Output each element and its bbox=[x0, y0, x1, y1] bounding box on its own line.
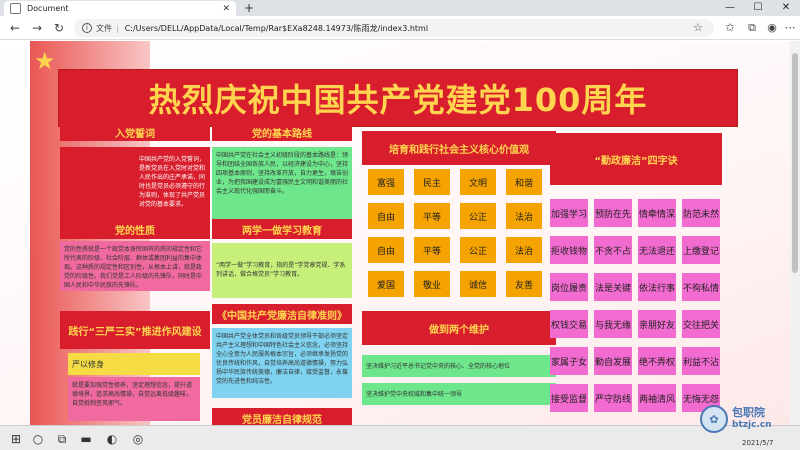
diligent-cell: 依法行事 bbox=[638, 273, 676, 301]
diligent-cell: 防范未然 bbox=[682, 199, 720, 227]
star-decoration-icon: ★ bbox=[34, 47, 56, 75]
tab-bar: Document ✕ + — ☐ ✕ bbox=[0, 0, 800, 16]
minimize-icon[interactable]: — bbox=[716, 0, 744, 16]
diligent-cell: 利益不沾 bbox=[682, 347, 720, 375]
values-cell: 自由 bbox=[368, 237, 404, 263]
diligent-cell: 绝不弄权 bbox=[638, 347, 676, 375]
collections-icon[interactable]: ⧉ bbox=[744, 20, 760, 36]
diligent-cell: 预防在先 bbox=[594, 199, 632, 227]
favorites-icon[interactable]: ✩ bbox=[722, 20, 738, 36]
back-arrow-icon[interactable]: ← bbox=[6, 20, 24, 36]
two-item-1: 坚决维护习近平总书记党中央的核心、全党的核心地位 bbox=[362, 355, 556, 377]
forward-arrow-icon[interactable]: → bbox=[28, 20, 46, 36]
watermark-logo-icon: ✿ bbox=[700, 405, 728, 433]
address-toolbar: ← → ↻ i 文件 | C:/Users/DELL/AppData/Local… bbox=[0, 16, 800, 40]
url-separator: | bbox=[116, 23, 119, 33]
values-cell: 富强 bbox=[368, 169, 404, 195]
diligent-cell: 不徇私情 bbox=[682, 273, 720, 301]
taskbar-date: 2021/5/7 bbox=[742, 439, 774, 447]
values-cell: 诚信 bbox=[460, 271, 496, 297]
diligent-cell: 加强学习 bbox=[550, 199, 588, 227]
search-icon[interactable]: ○ bbox=[30, 431, 46, 447]
line-text: 中国共产党在社会主义初级阶段的基本路线是：领导和团结全国各族人民，以经济建设为中… bbox=[212, 147, 352, 219]
diligent-cell: 严守防线 bbox=[594, 384, 632, 412]
vertical-scrollbar[interactable] bbox=[790, 41, 800, 425]
sanyan-item: 严以修身 bbox=[68, 353, 200, 375]
diligent-header: “勤政廉洁”四字诀 bbox=[550, 133, 722, 185]
address-bar[interactable]: i 文件 | C:/Users/DELL/AppData/Local/Temp/… bbox=[74, 19, 714, 37]
sanyan-text: 就是要加强党性修养，坚定理想信念，提升道德境界，追求高尚情操，自觉远离低级趣味，… bbox=[68, 377, 200, 421]
values-cell: 平等 bbox=[414, 237, 450, 263]
diligent-cell: 岗位履责 bbox=[550, 273, 588, 301]
code-header: 《中国共产党廉洁自律准则》 bbox=[212, 304, 352, 324]
windows-start-icon[interactable]: ⊞ bbox=[8, 431, 24, 447]
study-text: “两学一做”学习教育，指的是“学党章党规、学系列讲话，做合格党员”学习教育。 bbox=[212, 243, 352, 298]
nature-header: 党的性质 bbox=[60, 219, 210, 239]
values-cell: 自由 bbox=[368, 203, 404, 229]
profile-icon[interactable]: ◉ bbox=[764, 20, 780, 36]
scrollbar-thumb[interactable] bbox=[792, 53, 798, 273]
watermark-line2: btzjc.cn bbox=[732, 420, 772, 430]
diligent-cell: 接受监督 bbox=[550, 384, 588, 412]
tab-document[interactable]: Document ✕ bbox=[4, 1, 236, 16]
page-banner: 热烈庆祝中国共产党建党100周年 bbox=[58, 69, 738, 127]
sanyan-header: 践行“三严三实”推进作风建设 bbox=[60, 311, 210, 349]
diligent-cell: 不贪不占 bbox=[594, 236, 632, 264]
values-cell: 爱国 bbox=[368, 271, 404, 297]
diligent-cell: 家属子女 bbox=[550, 347, 588, 375]
window-close-icon[interactable]: ✕ bbox=[772, 0, 800, 16]
diligent-cell: 法是关键 bbox=[594, 273, 632, 301]
two-header: 做到两个维护 bbox=[362, 311, 556, 345]
refresh-icon[interactable]: ↻ bbox=[50, 20, 68, 36]
diligent-cell: 权钱交易 bbox=[550, 310, 588, 338]
tab-title: Document bbox=[27, 4, 69, 13]
study-header: 两学一做学习教育 bbox=[212, 219, 352, 239]
taskbar: ⊞ ○ ⧉ ▬ ◐ ◎ 2021/5/7 bbox=[0, 425, 800, 450]
diligent-cell: 勤自发展 bbox=[594, 347, 632, 375]
file-explorer-icon[interactable]: ▬ bbox=[78, 431, 94, 447]
diligent-cell: 亲朋好友 bbox=[638, 310, 676, 338]
diligent-cell: 上缴登记 bbox=[682, 236, 720, 264]
url-text[interactable]: C:/Users/DELL/AppData/Local/Temp/Rar$EXa… bbox=[125, 23, 428, 34]
nature-text: 党的性质就是一个政党本身所固有的质的规定性和它所代表的阶级、社会阶层、群体或集团… bbox=[60, 241, 210, 291]
task-view-icon[interactable]: ⧉ bbox=[54, 431, 70, 447]
values-cell: 法治 bbox=[506, 237, 542, 263]
values-cell: 民主 bbox=[414, 169, 450, 195]
document-icon bbox=[10, 3, 21, 14]
values-cell: 敬业 bbox=[414, 271, 450, 297]
edge-browser-icon[interactable]: ◐ bbox=[104, 431, 120, 447]
diligent-cell: 无法退还 bbox=[638, 236, 676, 264]
values-cell: 公正 bbox=[460, 237, 496, 263]
watermark-line1: 包职院 bbox=[732, 406, 765, 419]
values-header: 培育和践行社会主义核心价值观 bbox=[362, 131, 556, 165]
values-cell: 平等 bbox=[414, 203, 450, 229]
diligent-cell: 两袖清风 bbox=[638, 384, 676, 412]
page-viewport: ★ 热烈庆祝中国共产党建党100周年 入党誓词 中国共产党的入党誓词，是新党员在… bbox=[0, 41, 790, 425]
member-header: 党员廉洁自律规范 bbox=[212, 408, 352, 425]
values-cell: 法治 bbox=[506, 203, 542, 229]
oath-header: 入党誓词 bbox=[60, 123, 210, 141]
line-header: 党的基本路线 bbox=[212, 123, 352, 141]
maximize-icon[interactable]: ☐ bbox=[744, 0, 772, 16]
diligent-cell: 情牵情深 bbox=[638, 199, 676, 227]
two-item-2: 坚决维护党中央权威和集中统一领导 bbox=[362, 383, 556, 405]
wechat-icon[interactable]: ◎ bbox=[130, 431, 146, 447]
page-title: 热烈庆祝中国共产党建党100周年 bbox=[148, 81, 648, 119]
watermark: ✿ 包职院 btzjc.cn bbox=[700, 405, 772, 433]
diligent-cell: 与我无缘 bbox=[594, 310, 632, 338]
info-icon[interactable]: i bbox=[82, 23, 92, 33]
new-tab-button[interactable]: + bbox=[244, 1, 254, 15]
close-icon[interactable]: ✕ bbox=[222, 4, 230, 14]
values-cell: 友善 bbox=[506, 271, 542, 297]
diligent-cell: 交往把关 bbox=[682, 310, 720, 338]
values-cell: 公正 bbox=[460, 203, 496, 229]
diligent-cell: 拒收钱物 bbox=[550, 236, 588, 264]
url-scheme-label: 文件 bbox=[96, 23, 112, 33]
star-icon[interactable]: ☆ bbox=[690, 20, 706, 36]
code-text: 中国共产党全体党员和各级党员领导干部必须坚定共产主义理想和中国特色社会主义信念，… bbox=[212, 328, 352, 398]
more-icon[interactable]: ⋯ bbox=[782, 20, 798, 36]
oath-text: 中国共产党的入党誓词，是新党员在入党时对党和人民作出的庄严承诺，同时也是党员必须… bbox=[139, 156, 206, 208]
values-cell: 和谐 bbox=[506, 169, 542, 195]
values-cell: 文明 bbox=[460, 169, 496, 195]
